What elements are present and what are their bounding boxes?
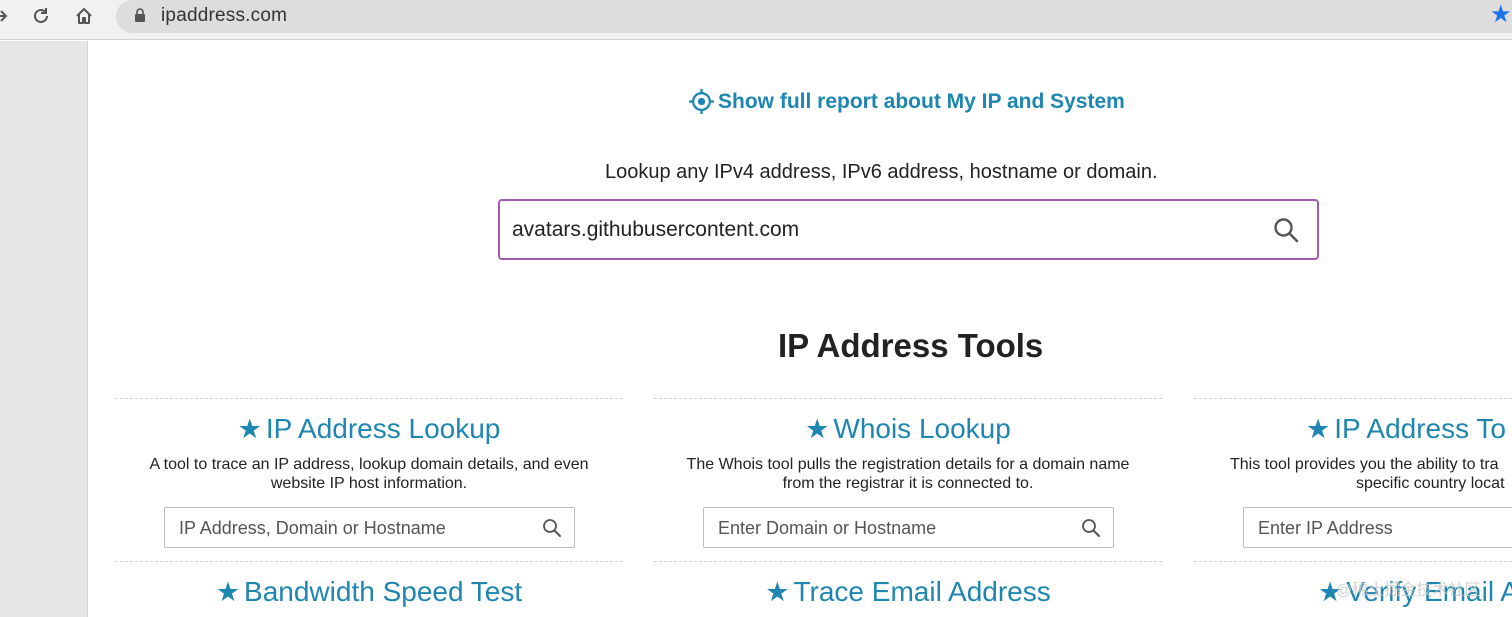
tool-title-text: IP Address To C xyxy=(1334,413,1512,444)
search-icon[interactable] xyxy=(542,518,562,538)
reload-icon xyxy=(34,8,48,23)
tool-title-text: Trace Email Address xyxy=(793,576,1051,607)
tool-title-text: IP Address Lookup xyxy=(265,413,501,444)
tool-title-text: Whois Lookup xyxy=(833,413,1011,444)
tool-title-link[interactable]: ★ Trace Email Address xyxy=(654,576,1162,608)
tool-description-line: A tool to trace an IP address, lookup do… xyxy=(149,456,589,473)
address-bar[interactable]: ipaddress.com xyxy=(116,0,1512,33)
lock-icon xyxy=(135,8,145,22)
tool-description-line: specific country locat xyxy=(1356,475,1505,492)
star-icon: ★ xyxy=(215,577,241,607)
main-search-box xyxy=(498,199,1319,260)
watermark-text: @稀土掘金技术社区 xyxy=(1336,582,1481,599)
tool-title-link[interactable]: ★ Bandwidth Speed Test xyxy=(115,576,623,608)
tool-title-link[interactable]: ★IP Address To C xyxy=(1306,413,1512,445)
search-icon[interactable] xyxy=(1273,217,1299,243)
tool-whois-lookup: ★ Whois Lookup The Whois tool pulls the r… xyxy=(654,398,1162,562)
left-gutter xyxy=(0,41,88,617)
tool-description: This tool provides you the ability to tr… xyxy=(1230,455,1512,493)
tool-search-box xyxy=(164,507,575,548)
bookmark-star-icon[interactable]: ★ xyxy=(1490,2,1512,28)
tool-ip-address-to-country: ★IP Address To C This tool provides you … xyxy=(1194,398,1512,562)
ip-lookup-input[interactable] xyxy=(179,517,519,539)
star-icon: ★ xyxy=(765,577,790,607)
forward-arrow-icon xyxy=(0,10,8,22)
reload-button[interactable] xyxy=(27,4,55,28)
star-icon: ★ xyxy=(1306,414,1331,444)
browser-toolbar: ipaddress.com ★ xyxy=(0,0,1512,40)
tool-description-line: from the registrar it is connected to. xyxy=(782,475,1034,492)
home-icon xyxy=(76,8,92,24)
tool-title-link[interactable]: ★ Whois Lookup xyxy=(654,413,1162,445)
forward-button[interactable] xyxy=(0,4,14,28)
star-icon: ★ xyxy=(805,414,830,444)
tool-trace-email-address: ★ Trace Email Address xyxy=(654,561,1162,617)
tool-search-box xyxy=(703,507,1114,548)
show-full-report-label: Show full report about My IP and System xyxy=(718,89,1125,113)
show-full-report-link[interactable]: Show full report about My IP and System xyxy=(689,89,1125,114)
tool-description: A tool to trace an IP address, lookup do… xyxy=(115,455,623,493)
crosshair-icon xyxy=(689,89,714,114)
tool-ip-address-lookup: ★ IP Address Lookup A tool to trace an IP… xyxy=(115,398,623,562)
tool-description-line: website IP host information. xyxy=(270,475,468,492)
tools-title: IP Address Tools xyxy=(778,327,1044,364)
ip-to-country-input[interactable] xyxy=(1258,517,1512,539)
tool-title-text: Bandwidth Speed Test xyxy=(244,576,523,607)
tool-description-line: The Whois tool pulls the registration de… xyxy=(686,456,1130,473)
whois-input[interactable] xyxy=(718,517,1058,539)
tool-bandwidth-speed-test: ★ Bandwidth Speed Test xyxy=(115,561,623,617)
lookup-intro-text: Lookup any IPv4 address, IPv6 address, h… xyxy=(605,161,1158,183)
home-button[interactable] xyxy=(70,4,98,28)
url-text[interactable]: ipaddress.com xyxy=(161,5,287,27)
search-icon[interactable] xyxy=(1081,518,1101,538)
tool-search-box xyxy=(1243,507,1512,548)
star-icon: ★ xyxy=(237,414,262,444)
tool-description-line: This tool provides you the ability to tr… xyxy=(1230,456,1499,473)
tool-title-link[interactable]: ★ IP Address Lookup xyxy=(115,413,623,445)
page-content: Show full report about My IP and System … xyxy=(89,41,1512,617)
main-search-input[interactable] xyxy=(512,215,1252,245)
tool-description: The Whois tool pulls the registration de… xyxy=(654,455,1162,493)
